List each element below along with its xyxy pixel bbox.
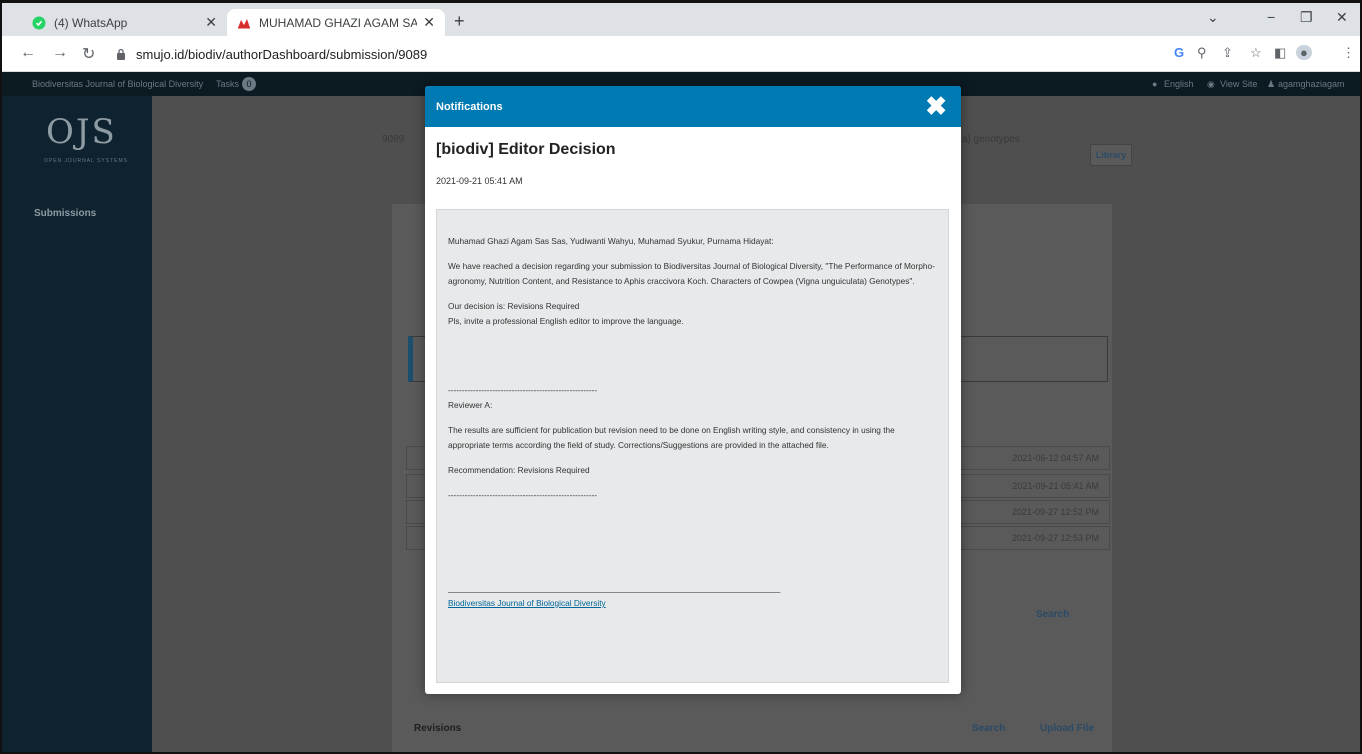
reload-icon[interactable]: ↻ — [82, 44, 95, 64]
notification-date: 2021-09-27 12:53 PM — [1011, 533, 1099, 543]
ojs-logo[interactable]: OJS — [46, 112, 117, 152]
ojs-logo-subtitle: OPEN JOURNAL SYSTEMS — [44, 158, 128, 164]
profile-avatar-icon[interactable]: ● — [1296, 45, 1312, 60]
notification-date: 2021-06-12 04:57 AM — [1012, 453, 1099, 463]
close-window-icon[interactable]: ✕ — [1336, 9, 1348, 26]
modal-date: 2021-09-21 05:41 AM — [436, 176, 523, 186]
bookmark-star-icon[interactable]: ☆ — [1250, 45, 1262, 61]
tasks-link[interactable]: Tasks — [216, 79, 239, 89]
google-icon[interactable]: G — [1174, 45, 1184, 60]
menu-icon[interactable]: ⋮ — [1342, 45, 1355, 61]
panel-search-link[interactable]: Search — [1036, 609, 1069, 620]
message-review-text: The results are sufficient for publicati… — [448, 425, 895, 450]
globe-icon: ● — [1152, 79, 1158, 89]
message-body: Muhamad Ghazi Agam Sas Sas, Yudiwanti Wa… — [436, 209, 949, 683]
back-icon[interactable]: ← — [20, 44, 36, 62]
tab-submission[interactable]: MUHAMAD GHAZI AGAM SAS, M ✕ — [227, 9, 445, 36]
message-decision: Our decision is: Revisions Required — [448, 301, 580, 311]
upload-file-link[interactable]: Upload File — [1040, 723, 1094, 734]
whatsapp-icon — [32, 16, 46, 29]
message-separator: ----------------------------------------… — [448, 385, 598, 395]
journal-name-link[interactable]: Biodiversitas Journal of Biological Dive… — [32, 79, 203, 89]
modal-header-label: Notifications — [436, 100, 503, 113]
view-site-link[interactable]: View Site — [1220, 79, 1257, 89]
sidebar-icon[interactable]: ◧ — [1274, 45, 1286, 61]
modal-title: [biodiv] Editor Decision — [436, 141, 616, 158]
submission-title-fragment: a) genotypes — [962, 134, 1020, 145]
submission-id: 9089 — [382, 134, 405, 145]
address-bar: ← → ↻ smujo.id/biodiv/authorDashboard/su… — [2, 36, 1360, 72]
forward-icon[interactable]: → — [52, 44, 68, 62]
tab-title: (4) WhatsApp — [54, 15, 128, 30]
url-field[interactable]: smujo.id/biodiv/authorDashboard/submissi… — [114, 41, 1154, 67]
modal-header: Notifications ✖ — [425, 86, 961, 127]
message-note: Pls, invite a professional English edito… — [448, 316, 684, 326]
url-text: smujo.id/biodiv/authorDashboard/submissi… — [136, 46, 428, 62]
revisions-label: Revisions — [414, 723, 462, 734]
user-icon: ♟ — [1267, 78, 1276, 89]
message-separator: ----------------------------------------… — [448, 490, 598, 500]
maximize-icon[interactable]: ❐ — [1300, 9, 1313, 26]
ojs-sidebar: OJS OPEN JOURNAL SYSTEMS Submissions — [2, 96, 152, 752]
tab-search-icon[interactable]: ⌄ — [1207, 9, 1219, 26]
message-reviewer: Reviewer A: — [448, 400, 493, 410]
tab-title: MUHAMAD GHAZI AGAM SAS, M — [259, 15, 418, 30]
journal-link[interactable]: Biodiversitas Journal of Biological Dive… — [448, 598, 606, 608]
tab-bar: (4) WhatsApp ✕ MUHAMAD GHAZI AGAM SAS, M… — [2, 3, 1360, 36]
notification-date: 2021-09-27 12:52 PM — [1011, 507, 1099, 517]
username-link[interactable]: agamghaziagam — [1278, 79, 1345, 89]
close-icon[interactable]: ✖ — [925, 92, 947, 120]
message-footer-line: ________________________________________… — [448, 583, 781, 593]
browser-window: (4) WhatsApp ✕ MUHAMAD GHAZI AGAM SAS, M… — [0, 0, 1362, 754]
message-intro: We have reached a decision regarding you… — [448, 261, 935, 286]
tab-close-icon[interactable]: ✕ — [423, 14, 435, 31]
library-button[interactable]: Library — [1090, 144, 1132, 166]
lock-icon — [117, 48, 125, 60]
eye-icon: ◉ — [1207, 78, 1215, 89]
notification-date: 2021-09-21 05:41 AM — [1012, 481, 1099, 491]
new-tab-button[interactable]: + — [454, 11, 465, 32]
tab-close-icon[interactable]: ✕ — [205, 14, 217, 31]
language-link[interactable]: English — [1164, 79, 1194, 89]
tab-whatsapp[interactable]: (4) WhatsApp ✕ — [22, 9, 227, 36]
revisions-search-link[interactable]: Search — [972, 723, 1005, 734]
tasks-count-badge: 0 — [242, 77, 256, 91]
notification-modal: Notifications ✖ [biodiv] Editor Decision… — [425, 86, 961, 694]
share-icon[interactable]: ⇪ — [1222, 45, 1233, 61]
message-recommendation: Recommendation: Revisions Required — [448, 465, 590, 475]
smujo-icon — [238, 18, 250, 28]
zoom-icon[interactable]: ⚲ — [1197, 45, 1207, 61]
message-salutation: Muhamad Ghazi Agam Sas Sas, Yudiwanti Wa… — [448, 236, 774, 246]
sidebar-item-submissions[interactable]: Submissions — [34, 208, 96, 219]
minimize-icon[interactable]: − — [1267, 9, 1275, 25]
